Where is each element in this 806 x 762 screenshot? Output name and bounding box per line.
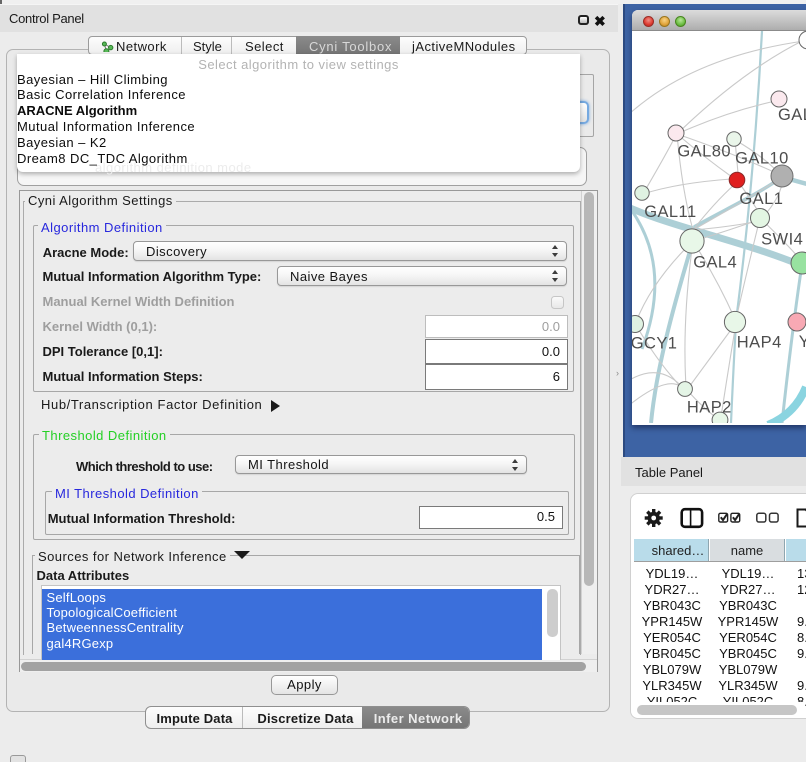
svg-text:SWI4: SWI4: [761, 230, 803, 248]
svg-text:GAL80: GAL80: [677, 142, 731, 160]
svg-text:GAL8: GAL8: [778, 106, 806, 124]
svg-text:GAL10: GAL10: [735, 150, 789, 168]
svg-text:GAL4: GAL4: [693, 253, 737, 271]
svg-text:GCY1: GCY1: [632, 334, 677, 352]
svg-text:HAP4: HAP4: [737, 334, 782, 352]
svg-text:Y: Y: [799, 333, 806, 351]
svg-text:GAL1: GAL1: [739, 190, 783, 208]
svg-text:HAP2: HAP2: [687, 398, 732, 416]
svg-text:GAL11: GAL11: [644, 203, 696, 221]
